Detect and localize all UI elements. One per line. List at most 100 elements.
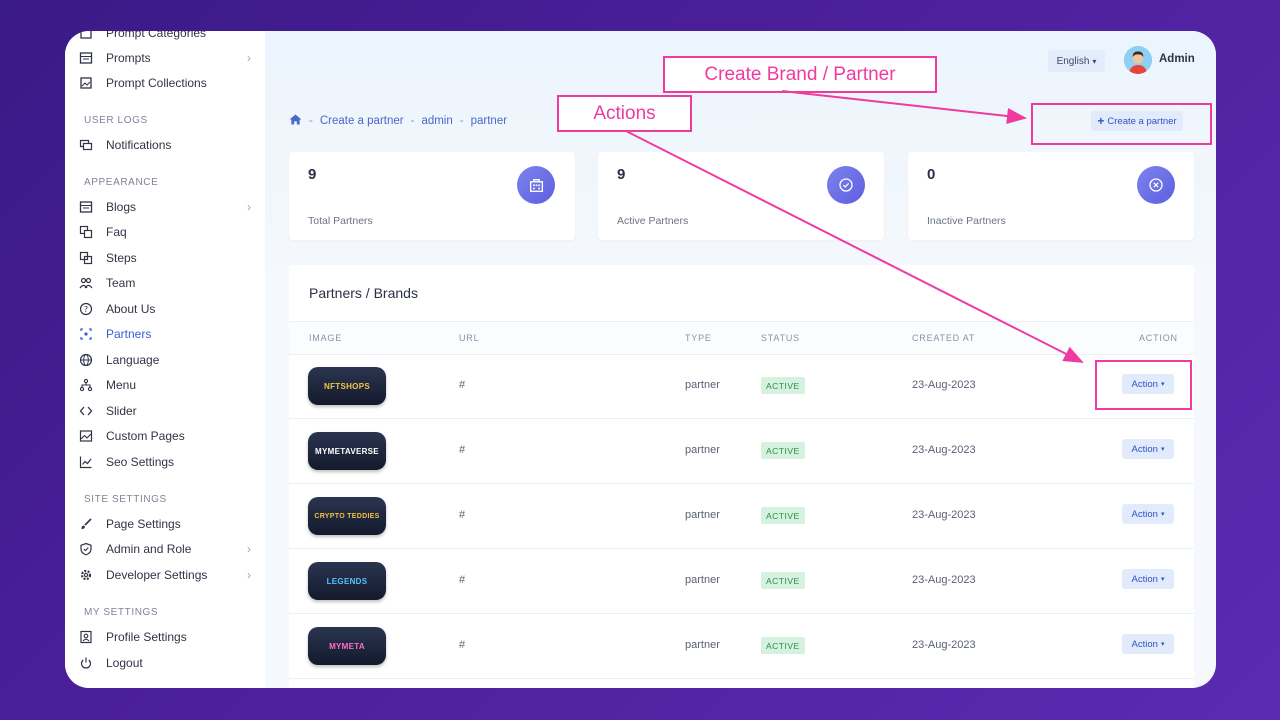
sidebar-item-about-us[interactable]: ? About Us	[79, 298, 251, 320]
column-header: TYPE	[685, 333, 712, 343]
sidebar-item-label: Seo Settings	[106, 455, 175, 469]
partner-logo: CRYPTO TEDDIES	[308, 497, 386, 535]
breadcrumb-item[interactable]: Create a partner	[320, 115, 404, 127]
section-appearance: APPEARANCE	[84, 177, 159, 188]
column-header: IMAGE	[309, 333, 343, 343]
annotation-create-box: Create Brand / Partner	[663, 56, 937, 93]
faq-icon	[79, 225, 93, 239]
sidebar-item-label: Notifications	[106, 138, 172, 152]
sidebar-item-menu[interactable]: Menu	[79, 374, 251, 396]
avatar[interactable]	[1124, 46, 1152, 74]
caret-down-icon: ▾	[1160, 511, 1165, 518]
sidebar-item-slider[interactable]: Slider	[79, 400, 251, 422]
sidebar-item-label: Partners	[106, 327, 152, 341]
stat-value: 9	[308, 166, 317, 183]
sidebar-item-steps[interactable]: Steps	[79, 247, 251, 269]
status-badge: ACTIVE	[761, 507, 805, 524]
status-badge: ACTIVE	[761, 572, 805, 589]
globe-icon	[79, 353, 93, 367]
sidebar-item-label: Steps	[106, 251, 137, 265]
sidebar-item-language[interactable]: Language	[79, 349, 251, 371]
action-dropdown-button[interactable]: Action ▾	[1122, 439, 1174, 459]
check-circle-icon	[827, 166, 865, 204]
sidebar-item-seo-settings[interactable]: Seo Settings	[79, 451, 251, 473]
annotation-create-label: Create Brand / Partner	[704, 63, 896, 85]
sidebar-item-label: Blogs	[106, 200, 137, 214]
stat-card-total: 9 Total Partners	[289, 152, 575, 240]
sidebar-item-label: Admin and Role	[106, 542, 192, 556]
column-header: STATUS	[761, 333, 800, 343]
action-label: Action	[1131, 638, 1158, 650]
sidebar-item-faq[interactable]: Faq	[79, 221, 251, 243]
breadcrumb-separator: -	[410, 115, 415, 127]
chart-icon	[79, 455, 93, 469]
action-label: Action	[1131, 443, 1158, 455]
sidebar-item-label: Page Settings	[106, 517, 181, 531]
sidebar-item-team[interactable]: Team	[79, 272, 251, 294]
created-at: 23-Aug-2023	[912, 639, 976, 651]
column-header: ACTION	[1139, 333, 1178, 343]
language-label: English	[1056, 55, 1090, 67]
sidebar-item-notifications[interactable]: Notifications	[79, 134, 251, 156]
stat-label: Total Partners	[308, 215, 373, 227]
stat-card-inactive: 0 Inactive Partners	[908, 152, 1194, 240]
sidebar-item-page-settings[interactable]: Page Settings	[79, 513, 251, 535]
breadcrumb-item[interactable]: partner	[471, 115, 507, 127]
code-icon	[79, 404, 93, 418]
sidebar-item-partners[interactable]: Partners	[79, 323, 251, 345]
sidebar-item-label: Custom Pages	[106, 429, 185, 443]
column-header: CREATED AT	[912, 333, 976, 343]
partners-icon	[79, 327, 93, 341]
sidebar-item-label: Language	[106, 353, 160, 367]
sidebar-item-prompt-categories[interactable]: Prompt Categories	[79, 31, 251, 44]
breadcrumb-item[interactable]: admin	[421, 115, 452, 127]
partner-logo: LEGENDS	[308, 562, 386, 600]
section-my-settings: MY SETTINGS	[84, 607, 159, 618]
stat-label: Active Partners	[617, 215, 689, 227]
annotation-highlight-action	[1095, 360, 1192, 410]
chevron-right-icon: ›	[247, 542, 251, 556]
status-badge: ACTIVE	[761, 377, 805, 394]
partner-logo: NFTSHOPS	[308, 367, 386, 405]
steps-icon	[79, 251, 93, 265]
action-dropdown-button[interactable]: Action ▾	[1122, 569, 1174, 589]
sidebar-item-developer-settings[interactable]: Developer Settings ›	[79, 564, 251, 586]
sidebar-item-label: Faq	[106, 225, 127, 239]
action-label: Action	[1131, 573, 1158, 585]
chevron-right-icon: ›	[247, 568, 251, 582]
created-at: 23-Aug-2023	[912, 574, 976, 586]
caret-down-icon: ▾	[1160, 576, 1165, 583]
sidebar-item-blogs[interactable]: Blogs ›	[79, 196, 251, 218]
x-circle-icon	[1137, 166, 1175, 204]
partners-table-card: Partners / Brands IMAGE URL TYPE STATUS …	[289, 265, 1194, 688]
breadcrumb: - Create a partner - admin - partner	[289, 114, 507, 128]
status-badge: ACTIVE	[761, 442, 805, 459]
partner-url[interactable]: #	[459, 574, 465, 586]
stat-value: 0	[927, 166, 936, 183]
table-icon	[79, 51, 93, 65]
sidebar-item-label: Prompts	[106, 51, 151, 65]
sidebar-item-prompts[interactable]: Prompts ›	[79, 47, 251, 69]
sidebar-item-label: Menu	[106, 378, 137, 392]
admin-name[interactable]: Admin	[1159, 53, 1195, 65]
home-icon[interactable]	[289, 114, 302, 128]
sidebar-item-profile-settings[interactable]: Profile Settings	[79, 626, 251, 648]
breadcrumb-separator: -	[309, 115, 313, 127]
partner-url[interactable]: #	[459, 509, 465, 521]
sidebar-item-label: Logout	[106, 656, 143, 670]
action-dropdown-button[interactable]: Action ▾	[1122, 504, 1174, 524]
language-dropdown[interactable]: English ▾	[1048, 50, 1105, 72]
sidebar-item-admin-and-role[interactable]: Admin and Role ›	[79, 538, 251, 560]
sidebar-item-logout[interactable]: Logout	[79, 652, 251, 674]
sidebar-item-custom-pages[interactable]: Custom Pages	[79, 425, 251, 447]
partner-type: partner	[685, 639, 720, 651]
action-dropdown-button[interactable]: Action ▾	[1122, 634, 1174, 654]
image-icon	[79, 429, 93, 443]
partner-url[interactable]: #	[459, 639, 465, 651]
sidebar-item-prompt-collections[interactable]: Prompt Collections	[79, 72, 251, 94]
section-site-settings: SITE SETTINGS	[84, 494, 167, 505]
partner-url[interactable]: #	[459, 379, 465, 391]
partner-url[interactable]: #	[459, 444, 465, 456]
partner-type: partner	[685, 379, 720, 391]
table-row: LEGENDS # partner ACTIVE 23-Aug-2023 Act…	[289, 549, 1194, 614]
